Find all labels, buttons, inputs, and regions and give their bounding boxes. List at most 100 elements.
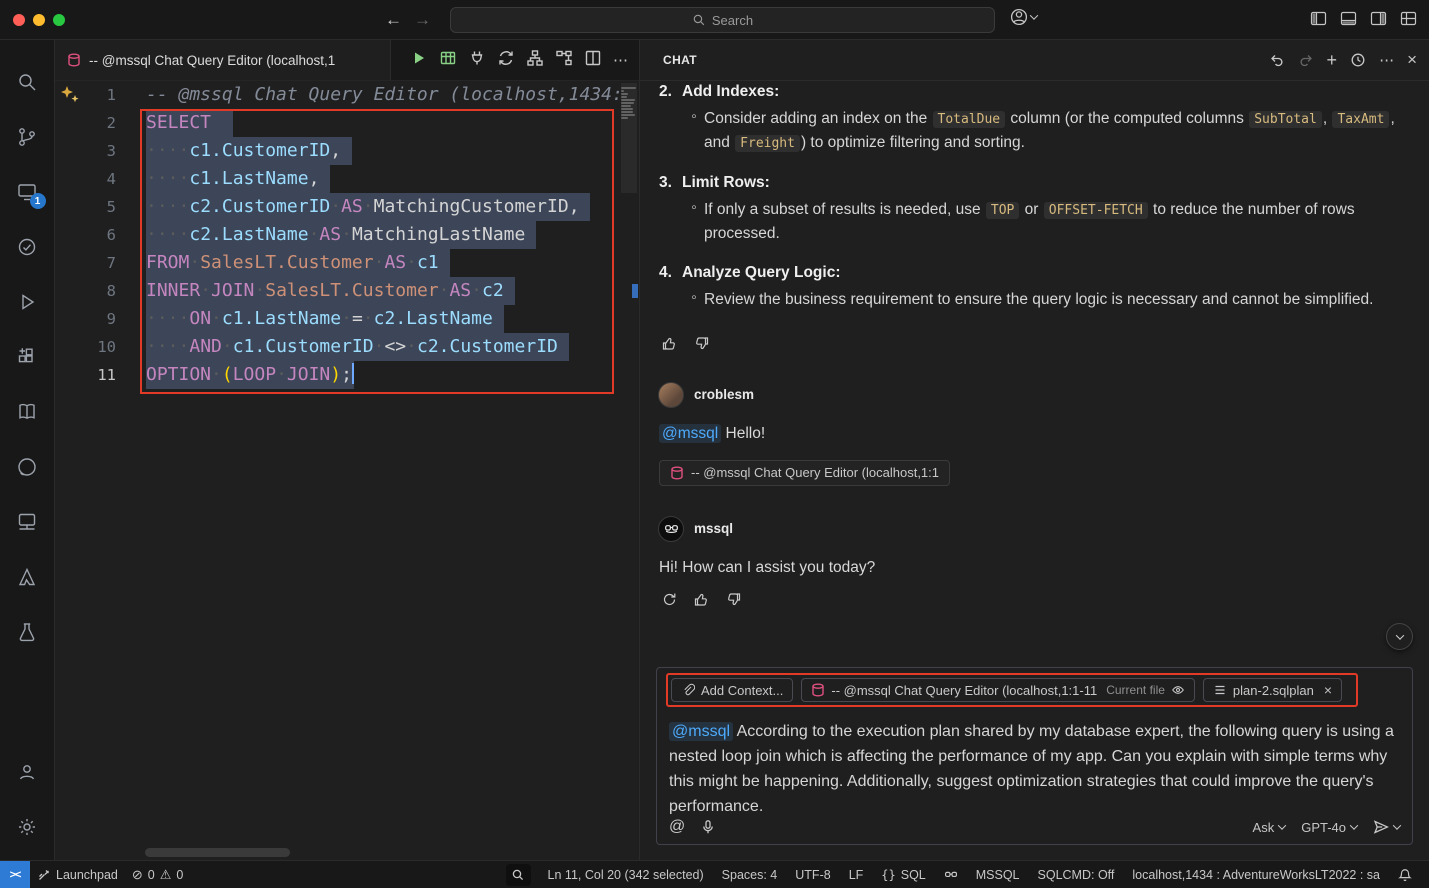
estimated-plan-button[interactable] [497,49,515,72]
list-bullet: ◦Consider adding an index on the TotalDu… [682,108,1413,155]
forward-button[interactable]: → [414,10,431,30]
copilot-sparkle-icon[interactable] [60,85,80,105]
thumbs-down-icon[interactable] [693,335,710,352]
parse-query-button[interactable] [526,49,544,72]
run-query-button[interactable] [410,49,428,72]
remote-indicator[interactable]: >< [0,861,30,888]
zoom-indicator[interactable] [506,864,531,886]
chat-input-text[interactable]: @mssql According to the execution plan s… [669,719,1400,814]
mention-button[interactable]: @ [669,818,685,836]
mention-chip[interactable]: @mssql [669,722,733,741]
microphone-icon[interactable] [700,819,716,835]
language-mode-item[interactable]: {}SQL [874,868,932,882]
accounts-button[interactable] [0,744,55,799]
context-chip-plan[interactable]: plan-2.sqlplan × [1203,678,1342,702]
chat-input-box[interactable]: Add Context... -- @mssql Chat Query Edit… [656,667,1413,845]
code-editor[interactable]: 1-- @mssql Chat Query Editor (localhost,… [55,81,639,860]
thumbs-down-icon[interactable] [725,591,742,608]
search-placeholder: Search [712,13,753,28]
toggle-primary-sidebar-icon[interactable] [1310,10,1327,27]
query-plan-button[interactable] [555,49,573,72]
settings-button[interactable] [0,799,55,854]
more-actions-icon[interactable]: ⋯ [613,51,629,69]
testing-view-button[interactable] [0,219,55,274]
mssql-item[interactable]: MSSQL [969,868,1027,882]
customize-layout-icon[interactable] [1400,10,1417,27]
horizontal-scrollbar[interactable] [145,848,290,857]
context-chip-editor[interactable]: -- @mssql Chat Query Editor (localhost,1… [801,678,1195,702]
close-window-button[interactable] [13,14,25,26]
add-context-button[interactable]: Add Context... [671,678,793,702]
indentation-item[interactable]: Spaces: 4 [715,868,785,882]
code-line[interactable]: 10····AND·c1.CustomerID·<>·c2.CustomerID [55,333,619,361]
redo-icon[interactable] [1298,52,1314,68]
code-line[interactable]: 5····c2.CustomerID·AS·MatchingCustomerID… [55,193,619,221]
code-line[interactable]: 3····c1.CustomerID, [55,137,619,165]
mode-picker[interactable]: Ask [1253,820,1286,835]
problems-item[interactable]: ⊘0 ⚠0 [125,861,190,888]
more-icon[interactable]: ⋯ [1379,51,1394,69]
encoding-item[interactable]: UTF-8 [788,868,837,882]
maximize-window-button[interactable] [53,14,65,26]
paperclip-icon [681,683,695,697]
sqlcmd-item[interactable]: SQLCMD: Off [1031,868,1122,882]
back-button[interactable]: ← [385,10,402,30]
search-view-button[interactable] [0,54,55,109]
split-editor-button[interactable] [584,49,602,72]
code-line[interactable]: 1-- @mssql Chat Query Editor (localhost,… [55,81,619,109]
azure-view-button[interactable] [0,549,55,604]
editor-toolbar: ⋯ [410,40,639,80]
model-picker[interactable]: GPT-4o [1301,820,1357,835]
remote-explorer-button[interactable]: 1 [0,164,55,219]
inline-code: OFFSET-FETCH [1044,202,1148,219]
command-center-search[interactable]: Search [450,7,995,33]
feedback-row [661,335,1413,352]
minimap[interactable] [621,83,637,860]
connection-item[interactable]: localhost,1434 : AdventureWorksLT2022 : … [1125,868,1387,882]
list-icon [1213,683,1227,697]
history-icon[interactable] [1350,52,1366,68]
notifications-bell[interactable] [1391,868,1419,882]
remote-targets-button[interactable] [0,494,55,549]
connection-button[interactable] [468,49,486,72]
cursor-position-item[interactable]: Ln 11, Col 20 (342 selected) [541,868,711,882]
eye-icon[interactable] [1171,683,1185,697]
close-icon[interactable]: × [1407,50,1417,70]
remove-attachment-icon[interactable]: × [1324,682,1332,698]
extensions-view-button[interactable] [0,329,55,384]
launchpad-item[interactable]: Launchpad [30,861,125,888]
account-menu[interactable] [1010,8,1037,26]
code-line[interactable]: 8INNER·JOIN·SalesLT.Customer·AS·c2 [55,277,619,305]
code-line[interactable]: 4····c1.LastName, [55,165,619,193]
minimize-window-button[interactable] [33,14,45,26]
code-line[interactable]: 2SELECT [55,109,619,137]
copilot-status-item[interactable] [937,868,965,882]
eol-item[interactable]: LF [842,868,871,882]
line-number: 11 [55,361,116,389]
editor-tab[interactable]: -- @mssql Chat Query Editor (localhost,1 [55,40,391,80]
code-line[interactable]: 6····c2.LastName·AS·MatchingLastName [55,221,619,249]
code-line[interactable]: 11OPTION·(LOOP·JOIN); [55,361,619,389]
user-attachment-chip[interactable]: -- @mssql Chat Query Editor (localhost,1… [659,460,950,486]
undo-icon[interactable] [1269,52,1285,68]
code-line[interactable]: 9····ON·c1.LastName·=·c2.LastName [55,305,619,333]
thumbs-up-icon[interactable] [693,591,710,608]
results-grid-button[interactable] [439,49,457,72]
retry-icon[interactable] [661,591,678,608]
check-circle-icon [15,235,39,259]
thumbs-up-icon[interactable] [661,335,678,352]
toggle-panel-icon[interactable] [1340,10,1357,27]
chat-panel-title: CHAT [663,53,697,67]
notebooks-view-button[interactable] [0,384,55,439]
mention-chip[interactable]: @mssql [659,424,721,443]
source-control-button[interactable] [0,109,55,164]
send-button[interactable] [1373,819,1400,835]
line-number: 10 [55,333,116,361]
database-projects-button[interactable] [0,604,55,659]
toggle-secondary-sidebar-icon[interactable] [1370,10,1387,27]
scroll-to-bottom-button[interactable] [1386,623,1413,650]
new-chat-icon[interactable]: + [1327,53,1338,67]
run-debug-view-button[interactable] [0,274,55,329]
github-view-button[interactable] [0,439,55,494]
code-line[interactable]: 7FROM·SalesLT.Customer·AS·c1 [55,249,619,277]
